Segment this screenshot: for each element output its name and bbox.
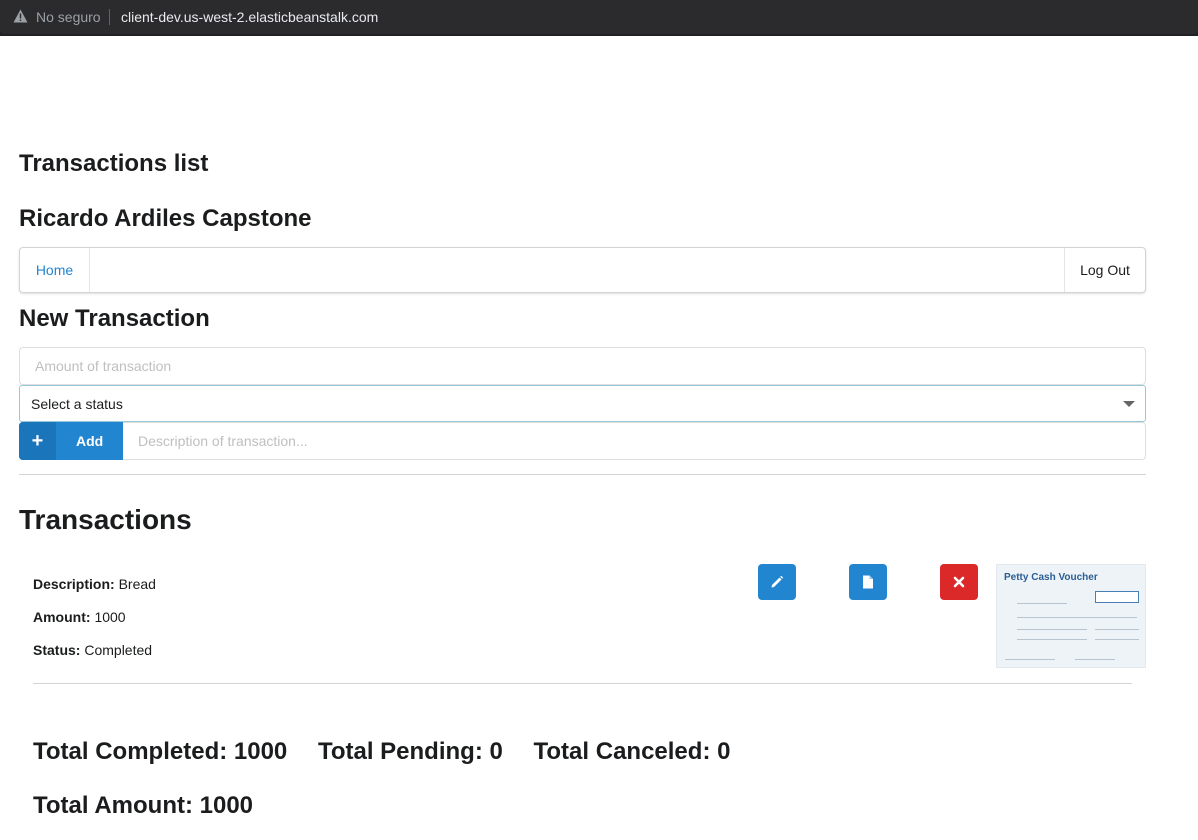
amount-label: Amount: xyxy=(33,609,91,625)
total-completed: Total Completed: 1000 xyxy=(33,738,288,765)
add-button-label: Add xyxy=(76,433,104,449)
voucher-line xyxy=(1075,659,1115,660)
dropdown-caret-icon xyxy=(1123,401,1135,407)
file-icon xyxy=(863,575,873,589)
status-select[interactable]: Select a status xyxy=(19,385,1146,422)
menu-item-home[interactable]: Home xyxy=(20,248,90,292)
divider xyxy=(33,683,1132,684)
transaction-status: Status: Completed xyxy=(33,642,152,658)
plus-icon: + xyxy=(19,422,56,460)
total-canceled: Total Canceled: 0 xyxy=(533,738,731,765)
description-label: Description: xyxy=(33,576,115,592)
voucher-line xyxy=(1095,629,1139,630)
description-input[interactable]: Description of transaction... xyxy=(123,422,1146,460)
attachment-title: Petty Cash Voucher xyxy=(1004,572,1098,583)
status-label: Status: xyxy=(33,642,81,658)
attachment-image: Petty Cash Voucher xyxy=(996,564,1146,668)
status-value: Completed xyxy=(84,642,153,658)
voucher-line xyxy=(1017,629,1087,630)
voucher-line xyxy=(1017,639,1087,640)
delete-button[interactable] xyxy=(940,564,978,600)
url-field[interactable]: No seguro client-dev.us-west-2.elasticbe… xyxy=(0,0,1198,34)
main-menu: Home Log Out xyxy=(19,247,1146,293)
transaction-description: Description: Bread xyxy=(33,576,156,592)
voucher-line xyxy=(1005,659,1055,660)
voucher-number-box xyxy=(1095,591,1139,603)
status-select-value: Select a status xyxy=(31,395,123,412)
security-status[interactable]: No seguro xyxy=(36,9,101,25)
amount-value: 1000 xyxy=(94,609,126,625)
transaction-item: Description: Bread Amount: 1000 Status: … xyxy=(33,560,1146,680)
warning-icon xyxy=(13,9,28,23)
edit-button[interactable] xyxy=(758,564,796,600)
new-transaction-heading: New Transaction xyxy=(19,305,210,332)
transaction-amount: Amount: 1000 xyxy=(33,609,126,625)
description-value: Bread xyxy=(118,576,156,592)
add-transaction-group: + Add Description of transaction... xyxy=(19,422,1146,460)
divider xyxy=(19,474,1146,475)
browser-url-bar: No seguro client-dev.us-west-2.elasticbe… xyxy=(0,0,1198,36)
amount-input[interactable]: Amount of transaction xyxy=(19,347,1146,385)
url-text[interactable]: client-dev.us-west-2.elasticbeanstalk.co… xyxy=(121,9,378,25)
page-title: Transactions list xyxy=(19,150,209,177)
pencil-icon xyxy=(771,575,784,588)
close-icon xyxy=(953,576,965,588)
total-amount: Total Amount: 1000 xyxy=(33,792,254,819)
upload-file-button[interactable] xyxy=(849,564,887,600)
add-button[interactable]: + Add xyxy=(19,422,123,460)
logout-button[interactable]: Log Out xyxy=(1064,248,1145,292)
totals-row: Total Completed: 1000 Total Pending: 0 T… xyxy=(33,738,754,766)
url-separator xyxy=(109,9,110,25)
page-subtitle: Ricardo Ardiles Capstone xyxy=(19,205,312,232)
voucher-line xyxy=(1017,603,1067,604)
transactions-heading: Transactions xyxy=(19,504,192,535)
voucher-line xyxy=(1017,617,1137,618)
total-pending: Total Pending: 0 xyxy=(317,738,503,765)
voucher-line xyxy=(1095,639,1139,640)
